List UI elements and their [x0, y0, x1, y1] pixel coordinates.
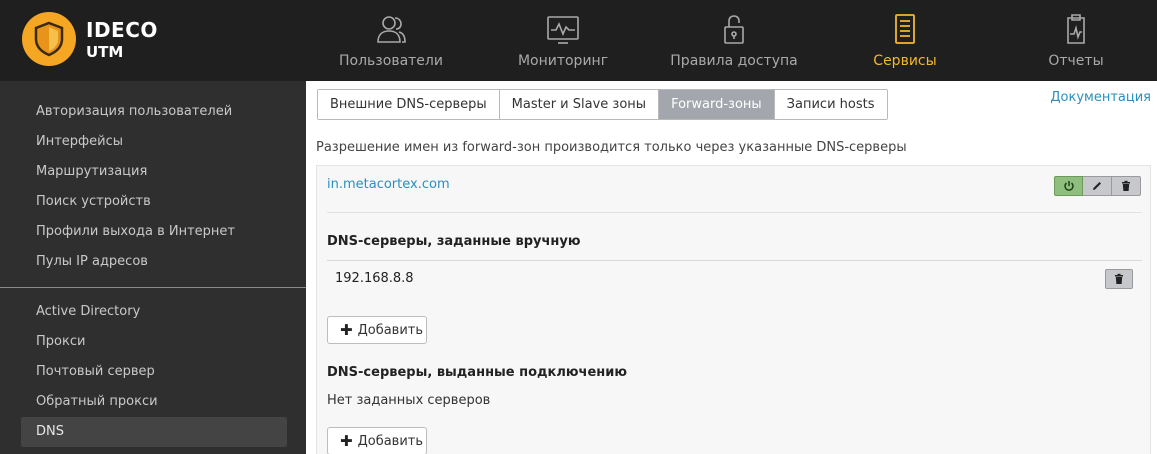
- sidebar-item-proxy[interactable]: Прокси: [36, 334, 85, 349]
- sidebar-item-routing[interactable]: Маршрутизация: [36, 164, 147, 179]
- tab-bar: Внешние DNS-серверы Master и Slave зоны …: [317, 89, 888, 120]
- nav-label: Правила доступа: [670, 53, 798, 69]
- trash-icon: [1122, 180, 1130, 191]
- add-manual-server-button[interactable]: ✚ Добавить: [327, 316, 427, 344]
- nav-users[interactable]: Пользователи: [330, 0, 452, 81]
- top-bar: IDECO UTM Пользователи Мониторинг Правил…: [0, 0, 1157, 81]
- zone-actions: [1054, 176, 1141, 196]
- tab-hosts-records[interactable]: Записи hosts: [774, 90, 887, 119]
- delete-server-button[interactable]: [1105, 269, 1133, 289]
- zone-name-link[interactable]: in.metacortex.com: [327, 177, 450, 192]
- nav-label: Мониторинг: [517, 53, 609, 69]
- nav-label: Сервисы: [873, 53, 937, 69]
- tab-master-slave[interactable]: Master и Slave зоны: [499, 90, 660, 119]
- divider: [327, 260, 1142, 261]
- add-button-label: Добавить: [357, 322, 424, 338]
- server-ip: 192.168.8.8: [335, 271, 414, 286]
- power-icon: [1063, 181, 1074, 191]
- sidebar-item-mail-server[interactable]: Почтовый сервер: [36, 364, 155, 379]
- nav-services[interactable]: Сервисы: [860, 0, 950, 81]
- add-button-label: Добавить: [357, 433, 424, 449]
- shield-logo-icon: [22, 12, 76, 66]
- nav-label: Пользователи: [339, 53, 443, 69]
- documentation-link[interactable]: Документация: [1050, 90, 1151, 105]
- edit-button[interactable]: [1083, 176, 1112, 196]
- tab-external-dns[interactable]: Внешние DNS-серверы: [318, 90, 500, 119]
- plus-icon: ✚: [340, 321, 353, 339]
- sidebar-divider: [0, 287, 306, 288]
- sidebar-item-user-auth[interactable]: Авторизация пользователей: [36, 104, 232, 119]
- connection-servers-title: DNS-серверы, выданные подключению: [327, 365, 628, 380]
- add-connection-server-button[interactable]: ✚ Добавить: [327, 427, 427, 454]
- pencil-icon: [1093, 182, 1101, 190]
- power-toggle-button[interactable]: [1054, 176, 1083, 196]
- sidebar-item-internet-profiles[interactable]: Профили выхода в Интернет: [36, 224, 235, 239]
- app-subtitle: UTM: [86, 43, 124, 61]
- report-icon: [1067, 14, 1085, 44]
- users-icon: [377, 16, 406, 43]
- sidebar-item-active-directory[interactable]: Active Directory: [36, 304, 140, 319]
- nav-label: Отчеты: [1048, 53, 1104, 69]
- nav-reports[interactable]: Отчеты: [1036, 0, 1116, 81]
- zone-panel: in.metacortex.com DNS-серверы, заданные …: [316, 165, 1151, 454]
- sidebar-item-ip-pools[interactable]: Пулы IP адресов: [36, 254, 148, 269]
- monitor-icon: [547, 16, 579, 44]
- page-description: Разрешение имен из forward-зон производи…: [316, 140, 907, 155]
- logo[interactable]: IDECO UTM: [22, 12, 182, 68]
- sidebar-item-device-search[interactable]: Поиск устройств: [36, 194, 151, 209]
- sidebar: Авторизация пользователей Интерфейсы Мар…: [0, 81, 306, 454]
- plus-icon: ✚: [340, 432, 353, 450]
- main-content: Внешние DNS-серверы Master и Slave зоны …: [306, 81, 1157, 454]
- delete-zone-button[interactable]: [1112, 176, 1141, 196]
- sidebar-item-interfaces[interactable]: Интерфейсы: [36, 134, 123, 149]
- no-servers-text: Нет заданных серверов: [327, 393, 491, 408]
- sidebar-item-reverse-proxy[interactable]: Обратный прокси: [36, 394, 158, 409]
- manual-servers-title: DNS-серверы, заданные вручную: [327, 234, 581, 249]
- sidebar-item-dns[interactable]: DNS: [36, 424, 64, 439]
- tab-forward-zones[interactable]: Forward-зоны: [659, 90, 775, 119]
- lock-icon: [724, 15, 744, 44]
- server-icon: [895, 14, 915, 44]
- trash-icon: [1115, 273, 1123, 284]
- nav-access-rules[interactable]: Правила доступа: [670, 0, 798, 81]
- divider: [327, 212, 1142, 213]
- app-title: IDECO: [86, 18, 158, 42]
- nav-monitoring[interactable]: Мониторинг: [503, 0, 623, 81]
